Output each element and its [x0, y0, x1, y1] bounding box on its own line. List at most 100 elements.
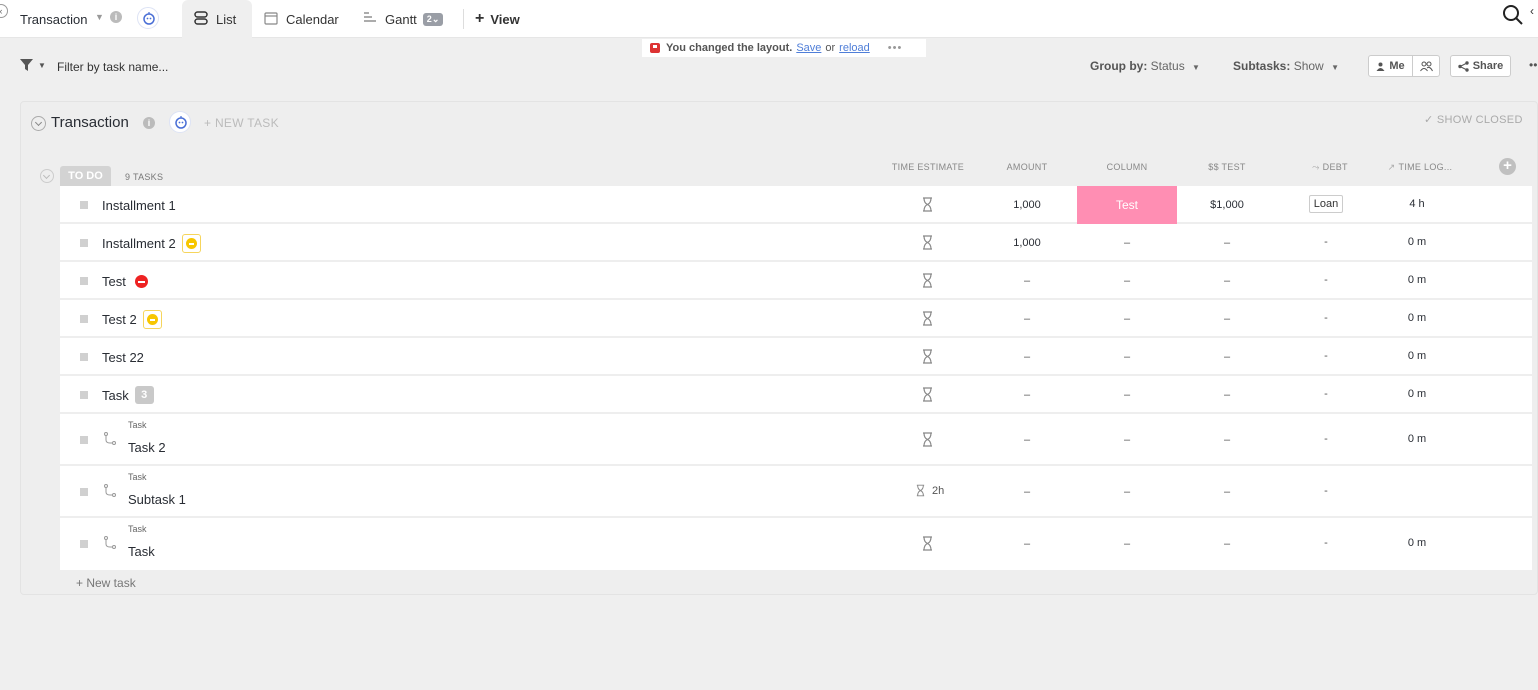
filter-caret-icon[interactable]: ▼: [38, 61, 46, 70]
automation-icon[interactable]: [137, 7, 159, 29]
priority-icon[interactable]: [181, 234, 201, 253]
status-square[interactable]: [80, 540, 88, 548]
time-log-cell[interactable]: 4 h: [1387, 198, 1447, 210]
more-options-icon[interactable]: ••: [1529, 58, 1537, 72]
column-cell[interactable]: –: [1087, 538, 1167, 550]
tab-calendar[interactable]: Calendar: [264, 0, 339, 38]
collapse-group-icon[interactable]: [40, 169, 54, 183]
amount-cell[interactable]: –: [987, 434, 1067, 446]
tab-list[interactable]: List: [182, 0, 252, 38]
amount-cell[interactable]: –: [987, 486, 1067, 498]
parent-task-label[interactable]: Task: [128, 420, 147, 430]
debt-cell[interactable]: -: [1306, 312, 1346, 324]
column-header-amount[interactable]: AMOUNT: [987, 162, 1067, 172]
time-log-cell[interactable]: 0 m: [1387, 350, 1447, 362]
subtasks-dropdown[interactable]: Subtasks: Show ▼: [1233, 59, 1339, 73]
time-log-cell[interactable]: 0 m: [1387, 433, 1447, 445]
parent-task-label[interactable]: Task: [128, 472, 147, 482]
time-log-cell[interactable]: 0 m: [1387, 388, 1447, 400]
time-estimate-cell[interactable]: [920, 235, 934, 253]
test-cell[interactable]: –: [1187, 434, 1267, 446]
column-cell[interactable]: Test: [1077, 186, 1177, 224]
back-icon[interactable]: ‹: [0, 4, 8, 18]
filter-icon[interactable]: [20, 59, 33, 77]
priority-icon[interactable]: [142, 310, 162, 329]
info-icon[interactable]: i: [110, 11, 122, 23]
test-cell[interactable]: –: [1187, 538, 1267, 550]
list-info-icon[interactable]: i: [143, 117, 155, 129]
status-square[interactable]: [80, 353, 88, 361]
time-estimate-cell[interactable]: [920, 197, 934, 215]
workspace-caret-icon[interactable]: ▼: [95, 12, 104, 22]
status-square[interactable]: [80, 391, 88, 399]
add-view-button[interactable]: + View: [475, 0, 520, 38]
gantt-count-badge[interactable]: 2⌄: [422, 12, 444, 26]
chevron-icon[interactable]: ‹: [1530, 4, 1534, 18]
table-row[interactable]: Test 2 – – – - 0 m: [60, 300, 1532, 338]
column-header-debt[interactable]: ⤳ DEBT: [1300, 162, 1360, 173]
table-row[interactable]: Task Task – – – - 0 m: [60, 518, 1532, 570]
amount-cell[interactable]: 1,000: [987, 237, 1067, 249]
task-name[interactable]: Test 22: [102, 350, 144, 365]
table-row[interactable]: Test 22 – – – - 0 m: [60, 338, 1532, 376]
test-cell[interactable]: –: [1187, 351, 1267, 363]
task-name[interactable]: Subtask 1: [128, 492, 186, 507]
table-row[interactable]: Task Subtask 1 2h – – – -: [60, 466, 1532, 518]
debt-cell[interactable]: -: [1306, 537, 1346, 549]
status-square[interactable]: [80, 436, 88, 444]
task-name[interactable]: Installment 1: [102, 198, 176, 213]
test-cell[interactable]: –: [1187, 313, 1267, 325]
amount-cell[interactable]: 1,000: [987, 199, 1067, 211]
task-name[interactable]: Installment 2: [102, 236, 176, 251]
collapse-list-icon[interactable]: [31, 116, 46, 131]
column-cell[interactable]: –: [1087, 486, 1167, 498]
new-task-link[interactable]: + New task: [76, 576, 136, 590]
show-closed-button[interactable]: ✓ SHOW CLOSED: [1424, 113, 1523, 126]
share-button[interactable]: Share: [1450, 55, 1511, 77]
table-row[interactable]: Test – – – - 0 m: [60, 262, 1532, 300]
table-row[interactable]: Installment 2 1,000 – – - 0 m: [60, 224, 1532, 262]
time-estimate-cell[interactable]: [920, 387, 934, 405]
status-pill[interactable]: TO DO: [60, 166, 111, 186]
table-row[interactable]: Task Task 2 – – – - 0 m: [60, 414, 1532, 466]
amount-cell[interactable]: –: [987, 351, 1067, 363]
add-column-button[interactable]: +: [1499, 158, 1516, 175]
time-log-cell[interactable]: 0 m: [1387, 537, 1447, 549]
filter-input[interactable]: Filter by task name...: [57, 60, 168, 74]
status-square[interactable]: [80, 315, 88, 323]
column-cell[interactable]: –: [1087, 434, 1167, 446]
debt-cell[interactable]: -: [1306, 388, 1346, 400]
status-square[interactable]: [80, 488, 88, 496]
time-estimate-cell[interactable]: [920, 349, 934, 367]
table-row[interactable]: Installment 1 1,000 Test $1,000 Loan 4 h: [60, 186, 1532, 224]
column-header-test[interactable]: $$ TEST: [1187, 162, 1267, 172]
column-cell[interactable]: –: [1087, 351, 1167, 363]
status-square[interactable]: [80, 277, 88, 285]
task-name[interactable]: Task: [102, 388, 129, 403]
time-estimate-cell[interactable]: [920, 536, 934, 554]
list-title[interactable]: Transaction: [51, 114, 129, 131]
task-name[interactable]: Task: [128, 544, 155, 559]
blocked-icon[interactable]: [132, 272, 151, 291]
column-header-column[interactable]: COLUMN: [1087, 162, 1167, 172]
task-name[interactable]: Task 2: [128, 440, 166, 455]
time-log-cell[interactable]: 0 m: [1387, 236, 1447, 248]
group-by-dropdown[interactable]: Group by: Status ▼: [1090, 59, 1200, 73]
parent-task-label[interactable]: Task: [128, 524, 147, 534]
workspace-title[interactable]: Transaction: [20, 12, 87, 27]
task-name[interactable]: Test: [102, 274, 126, 289]
column-cell[interactable]: –: [1087, 275, 1167, 287]
task-name[interactable]: Test 2: [102, 312, 137, 327]
column-cell[interactable]: –: [1087, 389, 1167, 401]
test-cell[interactable]: $1,000: [1187, 199, 1267, 211]
assignees-button[interactable]: [1413, 56, 1439, 76]
debt-cell[interactable]: -: [1306, 274, 1346, 286]
debt-cell[interactable]: Loan: [1306, 195, 1346, 213]
time-log-cell[interactable]: 0 m: [1387, 274, 1447, 286]
debt-cell[interactable]: -: [1306, 485, 1346, 497]
time-estimate-cell[interactable]: [920, 273, 934, 291]
time-estimate-cell[interactable]: 2h: [916, 484, 956, 497]
new-task-button[interactable]: + NEW TASK: [204, 116, 279, 130]
debt-cell[interactable]: -: [1306, 236, 1346, 248]
search-icon[interactable]: [1502, 4, 1524, 31]
